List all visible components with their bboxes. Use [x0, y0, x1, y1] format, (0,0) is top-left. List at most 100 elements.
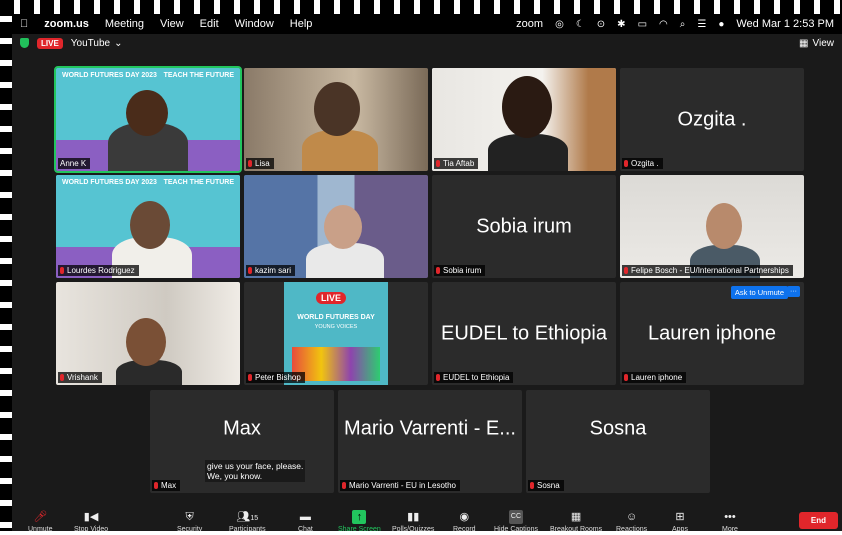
participant-name-tag: Peter Bishop — [246, 372, 305, 383]
video-tile[interactable]: Tia Aftab — [432, 68, 616, 171]
people-icon: 👥︎15 — [236, 511, 259, 523]
torn-edge-left — [0, 0, 12, 535]
stop-video-button[interactable]: ▮◀ Stop Video — [74, 510, 108, 533]
participant-head — [126, 90, 168, 136]
participant-figure — [488, 134, 568, 171]
participant-display-name: Mario Varrenti - E... — [344, 417, 516, 440]
event-banner: WORLD FUTURES DAY 2023 TEACH THE FUTURE — [62, 179, 234, 186]
live-poster: LIVE WORLD FUTURES DAY YOUNG VOICES — [284, 282, 388, 385]
participant-display-name: Ozgita . — [677, 108, 747, 130]
caption-line: We, you know. — [207, 471, 263, 481]
grid-icon: ▦ — [799, 37, 809, 49]
share-arrow-icon: ↑ — [352, 510, 367, 524]
banner-brand: TEACH THE FUTURE — [163, 179, 234, 186]
unmute-button[interactable]: 🎤︎ Unmute — [28, 510, 53, 533]
video-tile[interactable]: Vrishank — [56, 282, 240, 385]
breakout-rooms-button[interactable]: ▦ Breakout Rooms — [550, 510, 602, 533]
video-tile[interactable]: WORLD FUTURES DAY 2023 TEACH THE FUTURE … — [56, 175, 240, 278]
chat-button[interactable]: ▬ Chat — [298, 510, 313, 533]
muted-mic-icon — [436, 267, 440, 274]
bar-chart-icon: ▮▮ — [407, 511, 420, 523]
participant-name-tag: EUDEL to Ethiopia — [434, 372, 514, 383]
participant-figure — [302, 130, 378, 171]
chat-bubble-icon: ▬ — [299, 511, 311, 523]
grid-icon: ▦ — [570, 511, 582, 523]
poster-illustration — [292, 347, 380, 381]
muted-mic-icon — [248, 374, 252, 381]
participant-name-tag: Max — [152, 480, 181, 491]
torn-edge-top — [0, 0, 842, 14]
menu-help[interactable]: Help — [290, 18, 313, 30]
shield-icon: ⛨ — [185, 511, 194, 523]
muted-mic-icon — [530, 482, 534, 489]
caption-line: give us your face, please. — [207, 461, 304, 471]
participant-display-name: Lauren iphone — [648, 322, 776, 344]
menu-meeting[interactable]: Meeting — [105, 18, 144, 30]
participant-name-tag: Sosna — [528, 480, 564, 491]
stream-menu[interactable]: YouTube ⌄ — [71, 38, 123, 49]
bottom-border — [0, 531, 842, 535]
video-tile-off[interactable]: Ozgita . Ozgita . — [620, 68, 804, 171]
video-tile-off[interactable]: Mario Varrenti - E... Mario Varrenti - E… — [338, 390, 522, 493]
muted-mic-icon — [248, 160, 252, 167]
app-menu[interactable]: zoom.us — [44, 18, 89, 30]
more-options-button[interactable]: ··· — [787, 286, 800, 297]
muted-mic-icon — [342, 482, 346, 489]
play-icon[interactable]: ⊙ — [597, 19, 605, 30]
participants-button[interactable]: 👥︎15 Participants — [229, 510, 266, 533]
more-button[interactable]: ••• More — [722, 510, 738, 533]
muted-mic-icon — [624, 374, 628, 381]
participant-name-tag: Mario Varrenti - EU in Lesotho — [340, 480, 461, 491]
end-meeting-button[interactable]: End — [798, 512, 838, 529]
wifi-icon[interactable]: ◠ — [659, 19, 668, 30]
stream-label: YouTube — [70, 37, 111, 49]
muted-mic-icon — [248, 267, 252, 274]
view-button[interactable]: ▦ View — [799, 38, 834, 49]
security-shield-icon[interactable] — [20, 38, 29, 48]
zoom-status-label[interactable]: zoom — [516, 18, 543, 30]
hide-captions-button[interactable]: CC Hide Captions — [494, 510, 538, 533]
battery-icon[interactable]: ▭ — [638, 19, 647, 30]
control-center-icon[interactable]: ☰ — [697, 19, 706, 30]
record-icon: ◉ — [459, 511, 470, 523]
apps-button[interactable]: ⊞ Apps — [672, 510, 688, 533]
siri-icon[interactable]: ● — [718, 19, 724, 30]
share-screen-button[interactable]: ↑ Share Screen — [338, 510, 381, 533]
polls-button[interactable]: ▮▮ Polls/Quizzes — [392, 510, 434, 533]
video-tile-off[interactable]: EUDEL to Ethiopia EUDEL to Ethiopia — [432, 282, 616, 385]
record-button[interactable]: ◉ Record — [453, 510, 476, 533]
video-tile[interactable]: WORLD FUTURES DAY 2023 TEACH THE FUTURE … — [54, 66, 242, 173]
apple-icon[interactable]:  — [20, 18, 28, 30]
video-tile[interactable]: kazim sari — [244, 175, 428, 278]
gallery-view: WORLD FUTURES DAY 2023 TEACH THE FUTURE … — [12, 52, 842, 500]
meeting-top-bar: LIVE YouTube ⌄ ▦ View — [12, 34, 842, 52]
participant-head — [130, 201, 170, 249]
participant-display-name: Sosna — [589, 417, 647, 440]
video-tile-off[interactable]: Ask to Unmute ··· Lauren iphone Lauren i… — [620, 282, 804, 385]
participant-head — [706, 203, 742, 249]
search-icon[interactable]: ⌕ — [680, 19, 686, 30]
ask-to-unmute-button[interactable]: Ask to Unmute — [730, 286, 788, 299]
menu-window[interactable]: Window — [235, 18, 274, 30]
participant-name-tag: Ozgita . — [622, 158, 663, 169]
banner-title: WORLD FUTURES DAY 2023 — [62, 179, 157, 186]
video-tile[interactable]: Felipe Bosch - EU/International Partners… — [620, 175, 804, 278]
menu-edit[interactable]: Edit — [200, 18, 219, 30]
poster-subtitle: YOUNG VOICES — [314, 324, 358, 330]
video-camera-icon: ▮◀ — [83, 511, 99, 523]
menu-view[interactable]: View — [160, 18, 184, 30]
participant-name-tag: Tia Aftab — [434, 158, 479, 169]
video-tile[interactable]: Lisa — [244, 68, 428, 171]
screen-sharing-icon[interactable]: ◎ — [555, 19, 564, 30]
video-tile-off[interactable]: Sobia irum Sobia irum — [432, 175, 616, 278]
bluetooth-icon[interactable]: ✱ — [617, 19, 625, 30]
moon-icon[interactable]: ☾ — [576, 19, 585, 30]
video-tile[interactable]: LIVE WORLD FUTURES DAY YOUNG VOICES Pete… — [244, 282, 428, 385]
participant-name-tag: Anne K — [58, 158, 91, 169]
security-button[interactable]: ⛨ Security — [177, 510, 202, 533]
video-tile-off[interactable]: Sosna Sosna — [526, 390, 710, 493]
muted-mic-icon — [154, 482, 158, 489]
menubar-clock[interactable]: Wed Mar 1 2:53 PM — [736, 18, 834, 30]
reactions-button[interactable]: ☺ Reactions — [616, 510, 647, 533]
live-badge[interactable]: LIVE — [37, 37, 63, 49]
